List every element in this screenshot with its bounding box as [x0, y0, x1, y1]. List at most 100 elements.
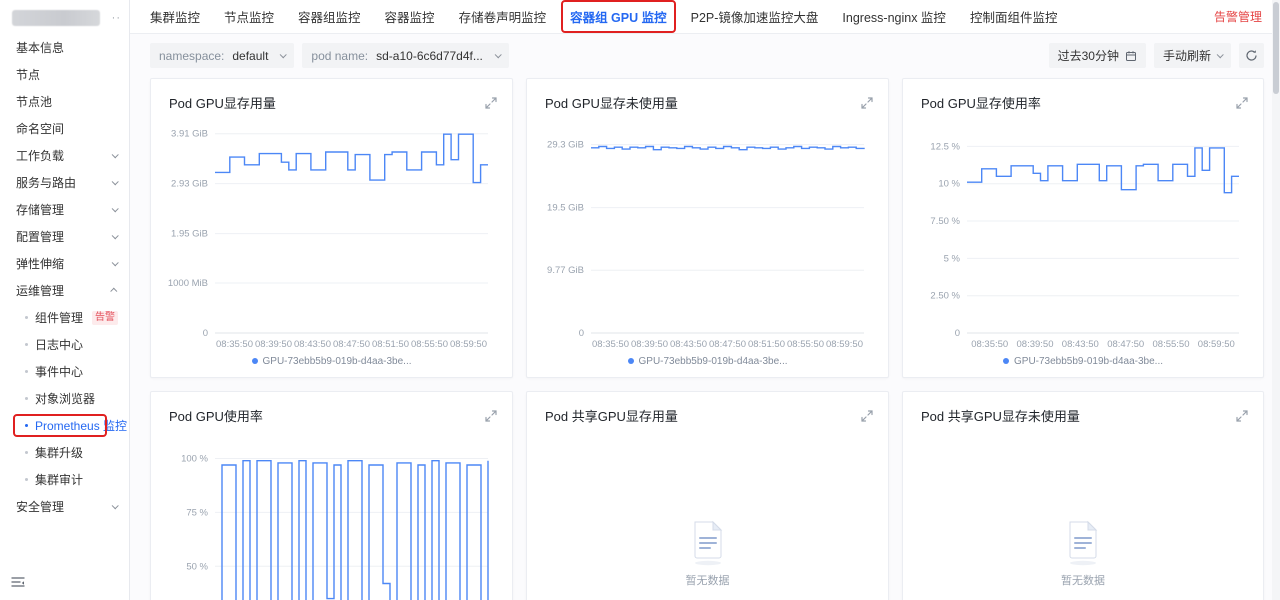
time-range-button[interactable]: 过去30分钟 — [1049, 43, 1146, 68]
svg-text:29.3 GiB: 29.3 GiB — [547, 140, 584, 151]
refresh-mode-select[interactable]: 手动刷新 — [1154, 43, 1231, 68]
svg-text:2.50 %: 2.50 % — [930, 291, 960, 302]
tab-p2p-image-monitoring[interactable]: P2P-镜像加速监控大盘 — [691, 7, 819, 26]
collapse-menu-icon — [10, 575, 26, 589]
sidebar-item-storage[interactable]: 存储管理 — [0, 196, 129, 223]
sidebar-item-namespaces[interactable]: 命名空间 — [0, 115, 129, 142]
alarm-management-link[interactable]: 告警管理 — [1214, 8, 1262, 25]
expand-icon[interactable] — [860, 96, 874, 110]
bullet-dot-icon — [25, 370, 28, 373]
sidebar-subitem-object-browser[interactable]: 对象浏览器 — [0, 385, 129, 412]
chart-title: Pod GPU显存使用率 — [921, 93, 1041, 112]
sidebar-header: ·· — [0, 2, 129, 34]
main-panel: 集群监控 节点监控 容器组监控 容器监控 存储卷声明监控 容器组 GPU 监控 … — [130, 0, 1280, 600]
tab-ingress-nginx-monitoring[interactable]: Ingress-nginx 监控 — [842, 7, 946, 26]
sidebar-item-services-routes[interactable]: 服务与路由 — [0, 169, 129, 196]
sidebar-subitem-log-center[interactable]: 日志中心 — [0, 331, 129, 358]
svg-text:9.77 GiB: 9.77 GiB — [547, 265, 584, 276]
filter-bar-right: 过去30分钟 手动刷新 — [1049, 43, 1264, 68]
svg-text:08:43:50: 08:43:50 — [1062, 339, 1099, 350]
chart-grid: Pod GPU显存用量 3.91 GiB2.93 GiB1.95 GiB1000… — [130, 76, 1280, 600]
svg-text:08:51:50: 08:51:50 — [372, 339, 409, 350]
expand-icon[interactable] — [484, 409, 498, 423]
chart-legend: GPU-73ebb5b9-019b-d4aa-3be... — [539, 353, 876, 369]
scrollbar-thumb[interactable] — [1273, 2, 1279, 94]
sidebar-item-label: 工作负载 — [16, 147, 64, 164]
svg-text:08:35:50: 08:35:50 — [592, 339, 629, 350]
refresh-icon — [1245, 49, 1258, 62]
chevron-down-icon — [495, 51, 502, 58]
tab-node-monitoring[interactable]: 节点监控 — [224, 7, 274, 26]
expand-icon[interactable] — [1235, 409, 1249, 423]
bullet-dot-icon — [25, 451, 28, 454]
svg-text:08:43:50: 08:43:50 — [670, 339, 707, 350]
chart-legend: GPU-73ebb5b9-019b-d4aa-3be... — [163, 353, 500, 369]
svg-text:100 %: 100 % — [181, 454, 208, 465]
bullet-dot-icon — [25, 478, 28, 481]
tab-control-plane-monitoring[interactable]: 控制面组件监控 — [970, 7, 1058, 26]
sidebar-subitem-label: 日志中心 — [35, 336, 83, 353]
sidebar-item-label: 存储管理 — [16, 201, 64, 218]
expand-icon[interactable] — [1235, 96, 1249, 110]
svg-text:08:47:50: 08:47:50 — [333, 339, 370, 350]
sidebar-subitem-cluster-audit[interactable]: 集群审计 — [0, 466, 129, 493]
sidebar-subitem-prometheus-monitoring[interactable]: Prometheus 监控 — [0, 412, 129, 439]
content-area: namespace: default pod name: sd-a10-6c6d… — [130, 34, 1280, 600]
sidebar-collapse-button[interactable] — [10, 575, 26, 594]
tab-pod-gpu-monitoring[interactable]: 容器组 GPU 监控 — [570, 7, 667, 26]
tab-container-monitoring[interactable]: 容器监控 — [385, 7, 435, 26]
svg-text:08:43:50: 08:43:50 — [294, 339, 331, 350]
sidebar-item-basic-info[interactable]: 基本信息 — [0, 34, 129, 61]
sidebar-item-label: 节点池 — [16, 93, 52, 110]
chart-card-gpu-memory-used: Pod GPU显存用量 3.91 GiB2.93 GiB1.95 GiB1000… — [150, 78, 513, 378]
namespace-select[interactable]: namespace: default — [150, 43, 294, 68]
tab-label: 容器组 GPU 监控 — [570, 11, 667, 25]
svg-text:08:59:50: 08:59:50 — [826, 339, 863, 350]
sidebar-more-icon[interactable]: ·· — [112, 12, 121, 24]
sidebar-item-node-pools[interactable]: 节点池 — [0, 88, 129, 115]
svg-text:08:51:50: 08:51:50 — [748, 339, 785, 350]
sidebar-item-ops-management[interactable]: 运维管理 — [0, 277, 129, 304]
sidebar-item-config[interactable]: 配置管理 — [0, 223, 129, 250]
sidebar-item-autoscaling[interactable]: 弹性伸缩 — [0, 250, 129, 277]
svg-text:2.93 GiB: 2.93 GiB — [171, 179, 208, 190]
sidebar-item-label: 配置管理 — [16, 228, 64, 245]
legend-dot-icon — [628, 358, 634, 364]
svg-text:50 %: 50 % — [186, 561, 208, 572]
sidebar-subitem-label: Prometheus 监控 — [35, 417, 127, 434]
pod-name-select[interactable]: pod name: sd-a10-6c6d77d4f... — [302, 43, 508, 68]
sidebar-item-label: 安全管理 — [16, 498, 64, 515]
svg-text:08:39:50: 08:39:50 — [255, 339, 292, 350]
empty-state: 暂无数据 — [539, 425, 876, 600]
sidebar-item-workloads[interactable]: 工作负载 — [0, 142, 129, 169]
sidebar-subitem-event-center[interactable]: 事件中心 — [0, 358, 129, 385]
tab-pod-monitoring[interactable]: 容器组监控 — [298, 7, 361, 26]
filter-bar: namespace: default pod name: sd-a10-6c6d… — [130, 34, 1280, 76]
svg-text:08:47:50: 08:47:50 — [709, 339, 746, 350]
tab-pvc-monitoring[interactable]: 存储卷声明监控 — [459, 7, 547, 26]
chart-title: Pod 共享GPU显存用量 — [545, 406, 678, 425]
chart-title: Pod 共享GPU显存未使用量 — [921, 406, 1080, 425]
tab-cluster-monitoring[interactable]: 集群监控 — [150, 7, 200, 26]
chart-card-gpu-utilization: Pod GPU使用率 100 %75 %50 %25 %0 — [150, 391, 513, 600]
svg-text:08:39:50: 08:39:50 — [631, 339, 668, 350]
chevron-down-icon — [112, 259, 119, 266]
sidebar-subitem-cluster-upgrade[interactable]: 集群升级 — [0, 439, 129, 466]
sidebar-subitem-label: 组件管理 — [35, 309, 83, 326]
line-chart: 3.91 GiB2.93 GiB1.95 GiB1000 MiB008:35:5… — [163, 116, 500, 353]
vertical-scrollbar[interactable] — [1272, 0, 1280, 600]
legend-label: GPU-73ebb5b9-019b-d4aa-3be... — [1014, 356, 1163, 367]
sidebar-subitem-component-management[interactable]: 组件管理 告警 — [0, 304, 129, 331]
empty-state: 暂无数据 — [915, 425, 1251, 600]
expand-icon[interactable] — [484, 96, 498, 110]
legend-label: GPU-73ebb5b9-019b-d4aa-3be... — [263, 356, 412, 367]
chart-card-shared-gpu-memory-free: Pod 共享GPU显存未使用量 暂无数据 — [902, 391, 1264, 600]
bullet-dot-icon — [25, 397, 28, 400]
svg-text:1000 MiB: 1000 MiB — [168, 278, 208, 289]
app-root: ·· 基本信息 节点 节点池 命名空间 工作负载 服务与路由 存储管理 配置管理… — [0, 0, 1280, 600]
refresh-button[interactable] — [1239, 43, 1264, 68]
sidebar-item-nodes[interactable]: 节点 — [0, 61, 129, 88]
legend-label: GPU-73ebb5b9-019b-d4aa-3be... — [639, 356, 788, 367]
sidebar-item-security[interactable]: 安全管理 — [0, 493, 129, 520]
expand-icon[interactable] — [860, 409, 874, 423]
